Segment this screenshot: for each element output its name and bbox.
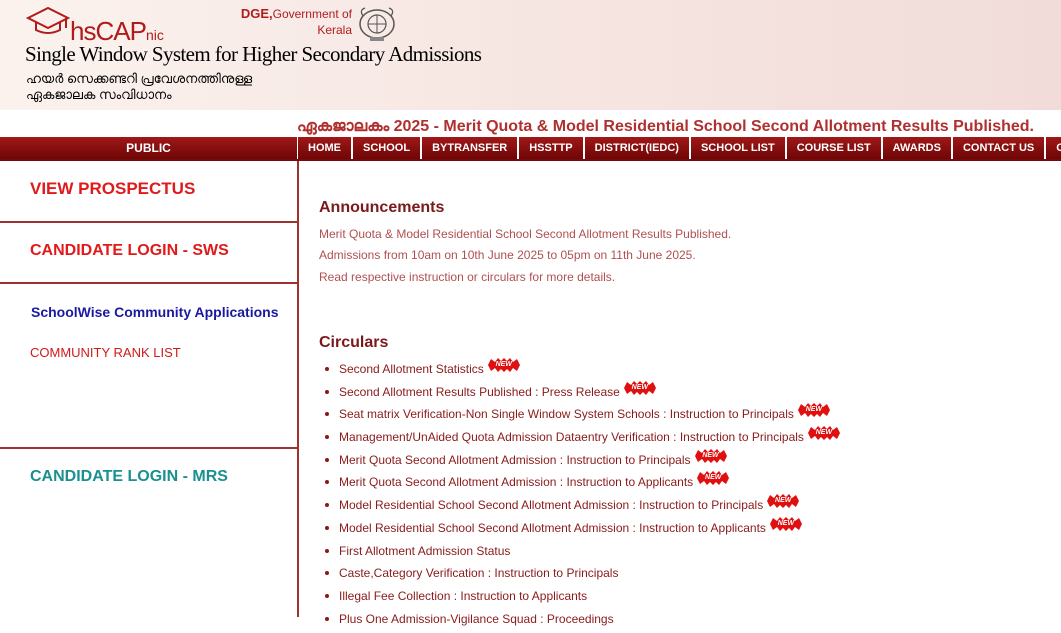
public-tab: PUBLIC [0,137,297,159]
circular-link[interactable]: Model Residential School Second Allotmen… [339,521,766,535]
circular-item[interactable]: Merit Quota Second Allotment Admission :… [319,448,840,475]
nav-co-truncated[interactable]: CO [1046,137,1061,159]
site-subtitle-malayalam-2: ഏകജാലക സംവിധാനം [26,87,172,102]
site-subtitle-malayalam-1: ഹയർ സെക്കണ്ടറി പ്രവേശനത്തിനുള്ള [26,71,253,86]
circular-link[interactable]: Plus One Admission-Vigilance Squad : Pro… [339,612,614,626]
circular-item[interactable]: First Allotment Admission Status [319,543,840,566]
circular-item[interactable]: Plus One Admission-Vigilance Squad : Pro… [319,611,840,633]
new-badge-icon: NEW [694,448,727,463]
nav-home[interactable]: HOME [298,137,351,159]
community-rank-list-link[interactable]: COMMUNITY RANK LIST [30,345,181,360]
circular-item[interactable]: Illegal Fee Collection : Instruction to … [319,588,840,611]
sidebar-divider [0,282,297,284]
nav-awards[interactable]: AWARDS [882,137,951,159]
circular-item[interactable]: Caste,Category Verification : Instructio… [319,565,840,588]
circular-item[interactable]: Model Residential School Second Allotmen… [319,516,840,543]
left-sidebar: VIEW PROSPECTUS CANDIDATE LOGIN - SWS Sc… [0,161,299,617]
nav-course-list[interactable]: COURSE LIST [786,137,881,159]
schoolwise-community-link[interactable]: SchoolWise Community Applications [31,304,279,320]
circular-item[interactable]: Management/UnAided Quota Admission Datae… [319,426,840,452]
circular-link[interactable]: Second Allotment Results Published : Pre… [339,385,620,399]
new-badge-label: NEW [805,406,823,414]
new-badge-label: NEW [815,429,833,437]
graduation-cap-icon [26,6,70,34]
circular-link[interactable]: Second Allotment Statistics [339,362,484,376]
candidate-login-mrs-link[interactable]: CANDIDATE LOGIN - MRS [30,468,228,486]
circular-link[interactable]: Merit Quota Second Allotment Admission :… [339,475,693,489]
view-prospectus-link[interactable]: VIEW PROSPECTUS [30,179,195,199]
circular-item[interactable]: Merit Quota Second Allotment Admission :… [319,471,840,497]
sidebar-divider [0,447,297,449]
main-menu: HOME SCHOOL BYTRANSFER HSSTTP DISTRICT(I… [298,137,1061,159]
circular-link[interactable]: Model Residential School Second Allotmen… [339,498,763,512]
circular-link[interactable]: First Allotment Admission Status [339,544,510,558]
announcements-heading: Announcements [319,199,445,216]
announcement-line: Read respective instruction or circulars… [319,270,616,284]
circulars-list: Second Allotment Statistics NEW Second All… [319,358,840,633]
circular-link[interactable]: Seat matrix Verification-Non Single Wind… [339,407,794,421]
new-badge-label: NEW [495,361,512,368]
site-title: Single Window System for Higher Secondar… [25,42,482,66]
new-badge-icon: NEW [807,426,840,441]
announcement-line: Admissions from 10am on 10th June 2025 t… [319,248,696,262]
announcement-line: Merit Quota & Model Residential School S… [319,227,732,241]
nav-school-list[interactable]: SCHOOL LIST [690,137,785,159]
sidebar-divider [0,221,297,223]
new-badge-icon: NEW [623,380,656,395]
circular-link[interactable]: Management/UnAided Quota Admission Datae… [339,430,804,444]
nav-bytransfer[interactable]: BYTRANSFER [422,137,518,159]
nav-contact-us[interactable]: CONTACT US [952,137,1045,159]
new-badge-icon: NEW [487,358,520,372]
circular-link[interactable]: Caste,Category Verification : Instructio… [339,566,618,580]
new-badge-icon: NEW [797,403,830,418]
circular-item[interactable]: Second Allotment Statistics NEW [319,358,840,384]
circular-item[interactable]: Seat matrix Verification-Non Single Wind… [319,403,840,429]
candidate-login-sws-link[interactable]: CANDIDATE LOGIN - SWS [30,242,229,260]
new-badge-icon: NEW [769,516,802,531]
new-badge-label: NEW [777,519,795,527]
new-badge-label: NEW [702,451,719,459]
circular-item[interactable]: Model Residential School Second Allotmen… [319,494,840,520]
nav-school[interactable]: SCHOOL [353,137,421,159]
circular-link[interactable]: Merit Quota Second Allotment Admission :… [339,453,691,467]
news-marquee[interactable]: ഏകജാലകം 2025 - Merit Quota & Model Resid… [297,118,1061,138]
hscap-logo[interactable]: hsCAPnic [26,4,176,46]
new-badge-label: NEW [775,497,792,505]
circulars-heading: Circulars [319,334,389,351]
dge-label: DGE,Government of Kerala [240,6,352,37]
new-badge-label: NEW [705,474,722,482]
new-badge-icon: NEW [767,494,800,509]
top-navbar: PUBLIC HOME SCHOOL BYTRANSFER HSSTTP DIS… [0,137,1061,159]
nav-district-iedc[interactable]: DISTRICT(IEDC) [584,137,689,159]
site-header: hsCAPnic DGE,Government of Kerala Single… [0,0,1061,110]
new-badge-label: NEW [631,383,648,391]
new-badge-icon: NEW [697,471,730,486]
circular-item[interactable]: Second Allotment Results Published : Pre… [319,380,840,407]
kerala-emblem-icon [355,4,399,44]
circular-link[interactable]: Illegal Fee Collection : Instruction to … [339,589,587,603]
nav-hssttp[interactable]: HSSTTP [519,137,583,159]
